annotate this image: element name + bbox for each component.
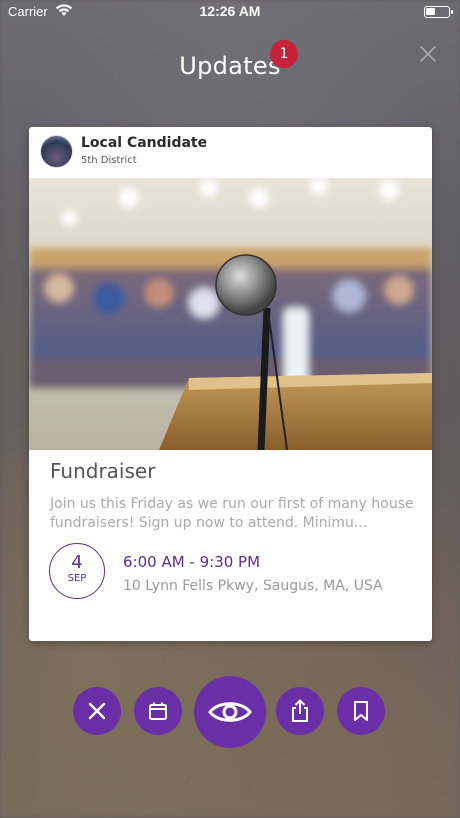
event-description: Join us this Friday as we run our first … [50, 496, 414, 531]
notification-badge: 1 [270, 40, 298, 68]
event-title: Fundraiser [50, 459, 156, 483]
bookmark-icon [354, 701, 368, 721]
share-button[interactable] [276, 687, 324, 735]
author-name: Local Candidate [81, 135, 208, 151]
update-card[interactable]: Local Candidate 5th District Fundraiser … [29, 127, 432, 641]
dismiss-button[interactable] [73, 687, 121, 735]
calendar-icon [149, 702, 167, 720]
add-to-calendar-button[interactable] [134, 687, 182, 735]
event-time: 6:00 AM - 9:30 PM [123, 553, 261, 571]
status-bar: Carrier 12:26 AM [0, 0, 460, 24]
page-title: Updates [179, 52, 281, 80]
bookmark-button[interactable] [337, 687, 385, 735]
event-photo [29, 178, 432, 450]
event-date-day: 4 [71, 552, 83, 573]
action-bar [0, 676, 460, 748]
view-button[interactable] [194, 676, 266, 748]
event-date: 4 SEP [49, 543, 105, 599]
eye-icon [208, 702, 252, 722]
close-icon[interactable] [418, 44, 438, 64]
share-icon [292, 699, 308, 722]
header: Updates 1 [0, 40, 460, 80]
author-district: 5th District [81, 155, 137, 166]
avatar [40, 135, 73, 168]
dismiss-icon [88, 702, 106, 720]
card-header: Local Candidate 5th District [29, 127, 432, 178]
battery-icon [424, 6, 453, 18]
event-location[interactable]: 10 Lynn Fells Pkwy, Saugus, MA, USA [123, 578, 383, 594]
clock: 12:26 AM [199, 3, 261, 19]
event-date-month: SEP [67, 573, 87, 584]
